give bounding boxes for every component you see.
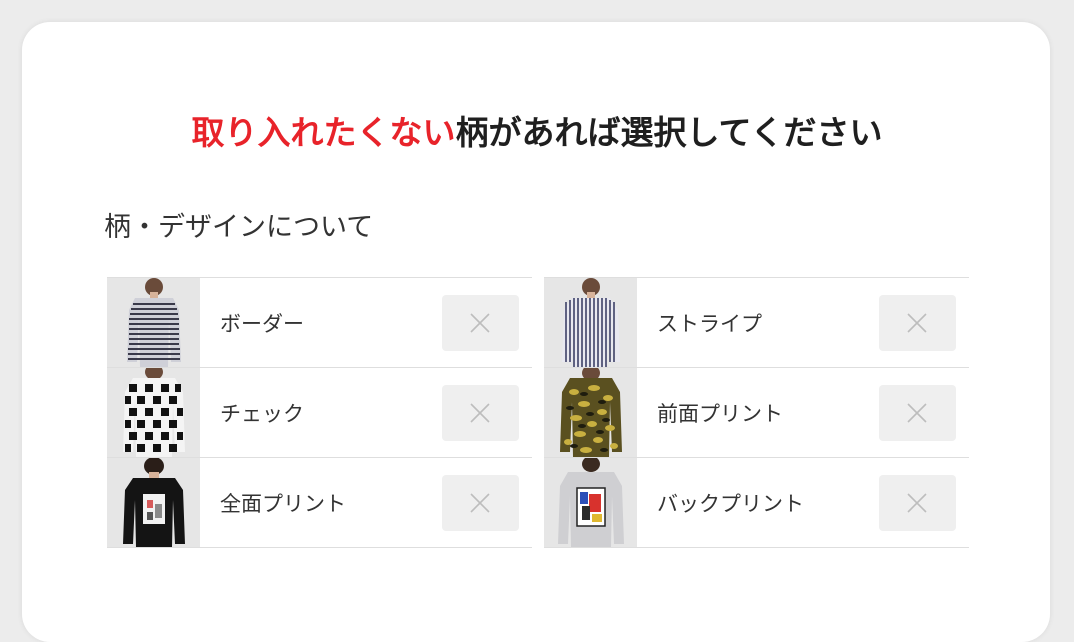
title-highlight: 取り入れたくない <box>191 113 456 152</box>
exclude-check-button[interactable] <box>442 385 519 441</box>
pattern-row-stripe: ストライプ <box>544 277 969 367</box>
pattern-row-front-print: 前面プリント <box>544 367 969 457</box>
all-over-print-shirt-image <box>107 458 200 547</box>
close-icon <box>470 313 490 333</box>
back-print-sweatshirt-image <box>544 458 637 547</box>
check-shirt-image <box>107 368 200 457</box>
stripe-shirt-image <box>544 278 637 367</box>
close-icon <box>470 403 490 423</box>
pattern-label: 前面プリント <box>657 402 783 426</box>
pattern-row-border: ボーダー <box>107 277 532 367</box>
pattern-label: ストライプ <box>657 312 762 336</box>
close-icon <box>907 313 927 333</box>
close-icon <box>470 493 490 513</box>
close-icon <box>907 403 927 423</box>
exclude-all-over-print-button[interactable] <box>442 475 519 531</box>
title-rest: 柄があれば選択してください <box>455 113 883 152</box>
exclude-stripe-button[interactable] <box>879 295 956 351</box>
exclude-front-print-button[interactable] <box>879 385 956 441</box>
pattern-label: チェック <box>220 402 304 426</box>
exclude-back-print-button[interactable] <box>879 475 956 531</box>
front-print-shirt-image <box>544 368 637 457</box>
pattern-label: ボーダー <box>220 312 304 336</box>
pattern-column-left: ボーダー チェック 全面プリント <box>107 277 532 548</box>
close-icon <box>907 493 927 513</box>
pattern-row-all-over-print: 全面プリント <box>107 457 532 548</box>
border-shirt-image <box>107 278 200 367</box>
pattern-column-right: ストライプ 前面プリント バックプリント <box>544 277 969 548</box>
pattern-row-check: チェック <box>107 367 532 457</box>
section-title: 柄・デザインについて <box>104 212 374 243</box>
pattern-row-back-print: バックプリント <box>544 457 969 548</box>
pattern-label: バックプリント <box>657 492 804 516</box>
pattern-label: 全面プリント <box>220 492 346 516</box>
pattern-grid: ボーダー チェック 全面プリント ストライプ 前面プリント バックプリント <box>107 277 969 548</box>
exclude-border-button[interactable] <box>442 295 519 351</box>
page-title: 取り入れたくない柄があれば選択してください <box>0 106 1074 154</box>
